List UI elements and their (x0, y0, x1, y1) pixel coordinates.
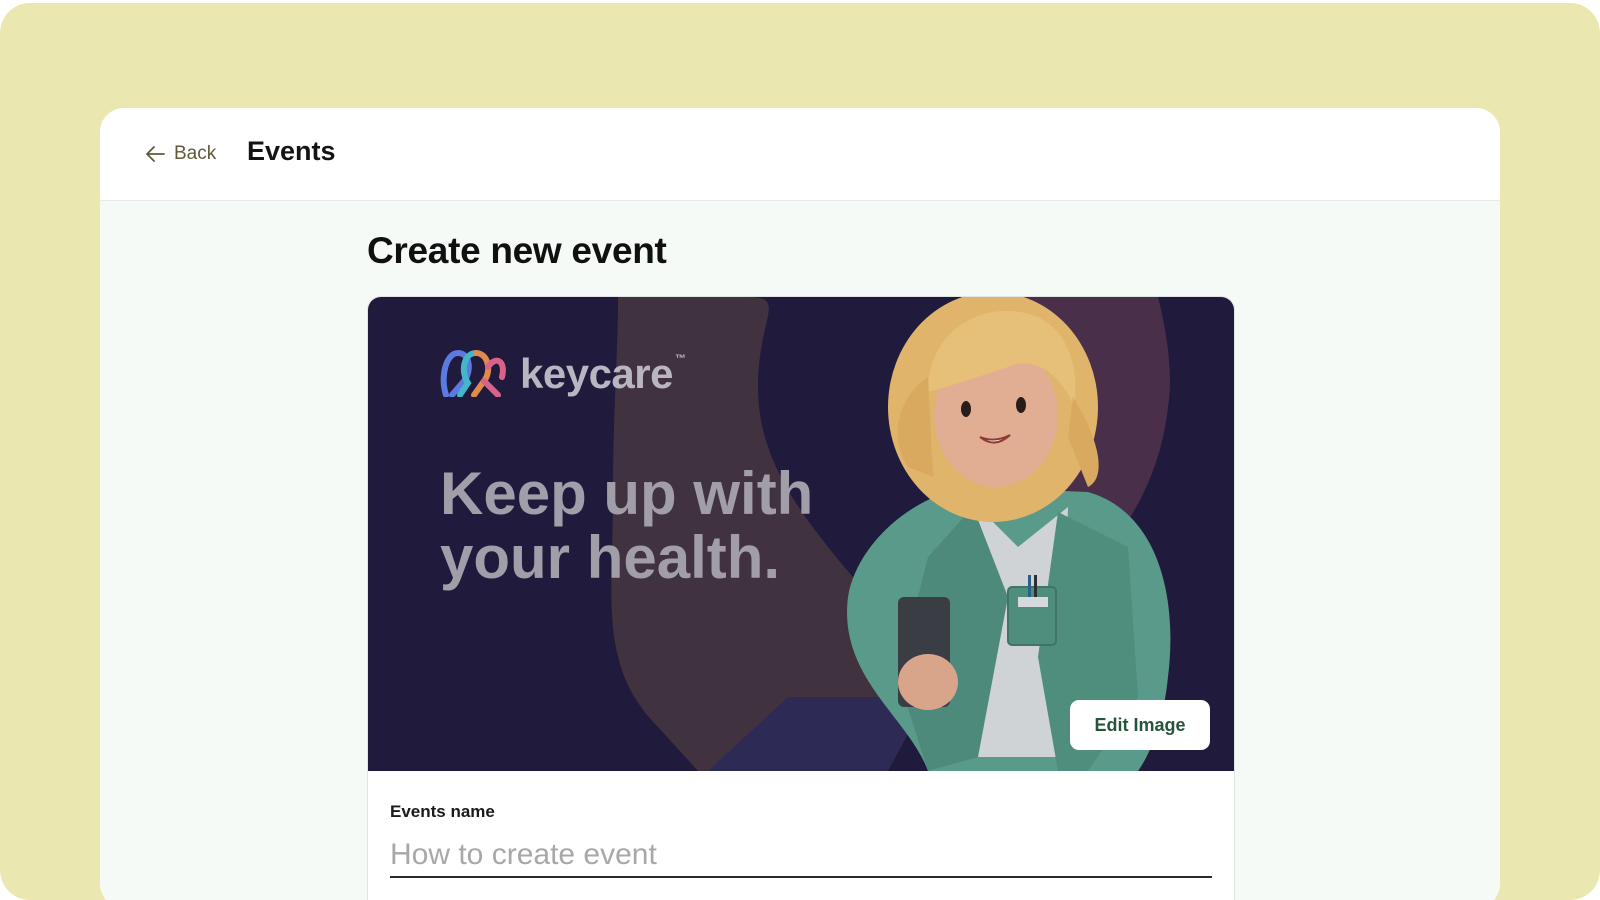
event-name-field: Events name (390, 802, 1212, 878)
arrow-left-icon (144, 143, 166, 165)
event-banner-image: keycare ™ Keep up with your health. Edit … (368, 297, 1234, 771)
event-name-input[interactable] (390, 834, 1212, 878)
keycare-logo: keycare ™ (440, 347, 686, 401)
logo-wordmark: keycare ™ (520, 350, 686, 397)
app-window: Back Events Create new event keycare ™ K… (100, 108, 1500, 900)
app-background: Back Events Create new event keycare ™ K… (0, 3, 1600, 900)
headline-line-2: your health. (440, 524, 781, 591)
banner-headline: Keep up with your health. (440, 462, 860, 590)
edit-image-button[interactable]: Edit Image (1070, 700, 1210, 750)
keycare-logo-icon (440, 347, 506, 402)
page-title: Create new event (367, 230, 667, 271)
top-bar: Back Events (100, 108, 1500, 201)
event-name-label: Events name (390, 802, 495, 821)
section-title: Events (247, 136, 336, 166)
headline-line-1: Keep up with (440, 460, 814, 527)
back-button[interactable]: Back (144, 140, 216, 168)
back-label: Back (174, 143, 217, 164)
event-form-card: keycare ™ Keep up with your health. Edit … (367, 296, 1235, 900)
